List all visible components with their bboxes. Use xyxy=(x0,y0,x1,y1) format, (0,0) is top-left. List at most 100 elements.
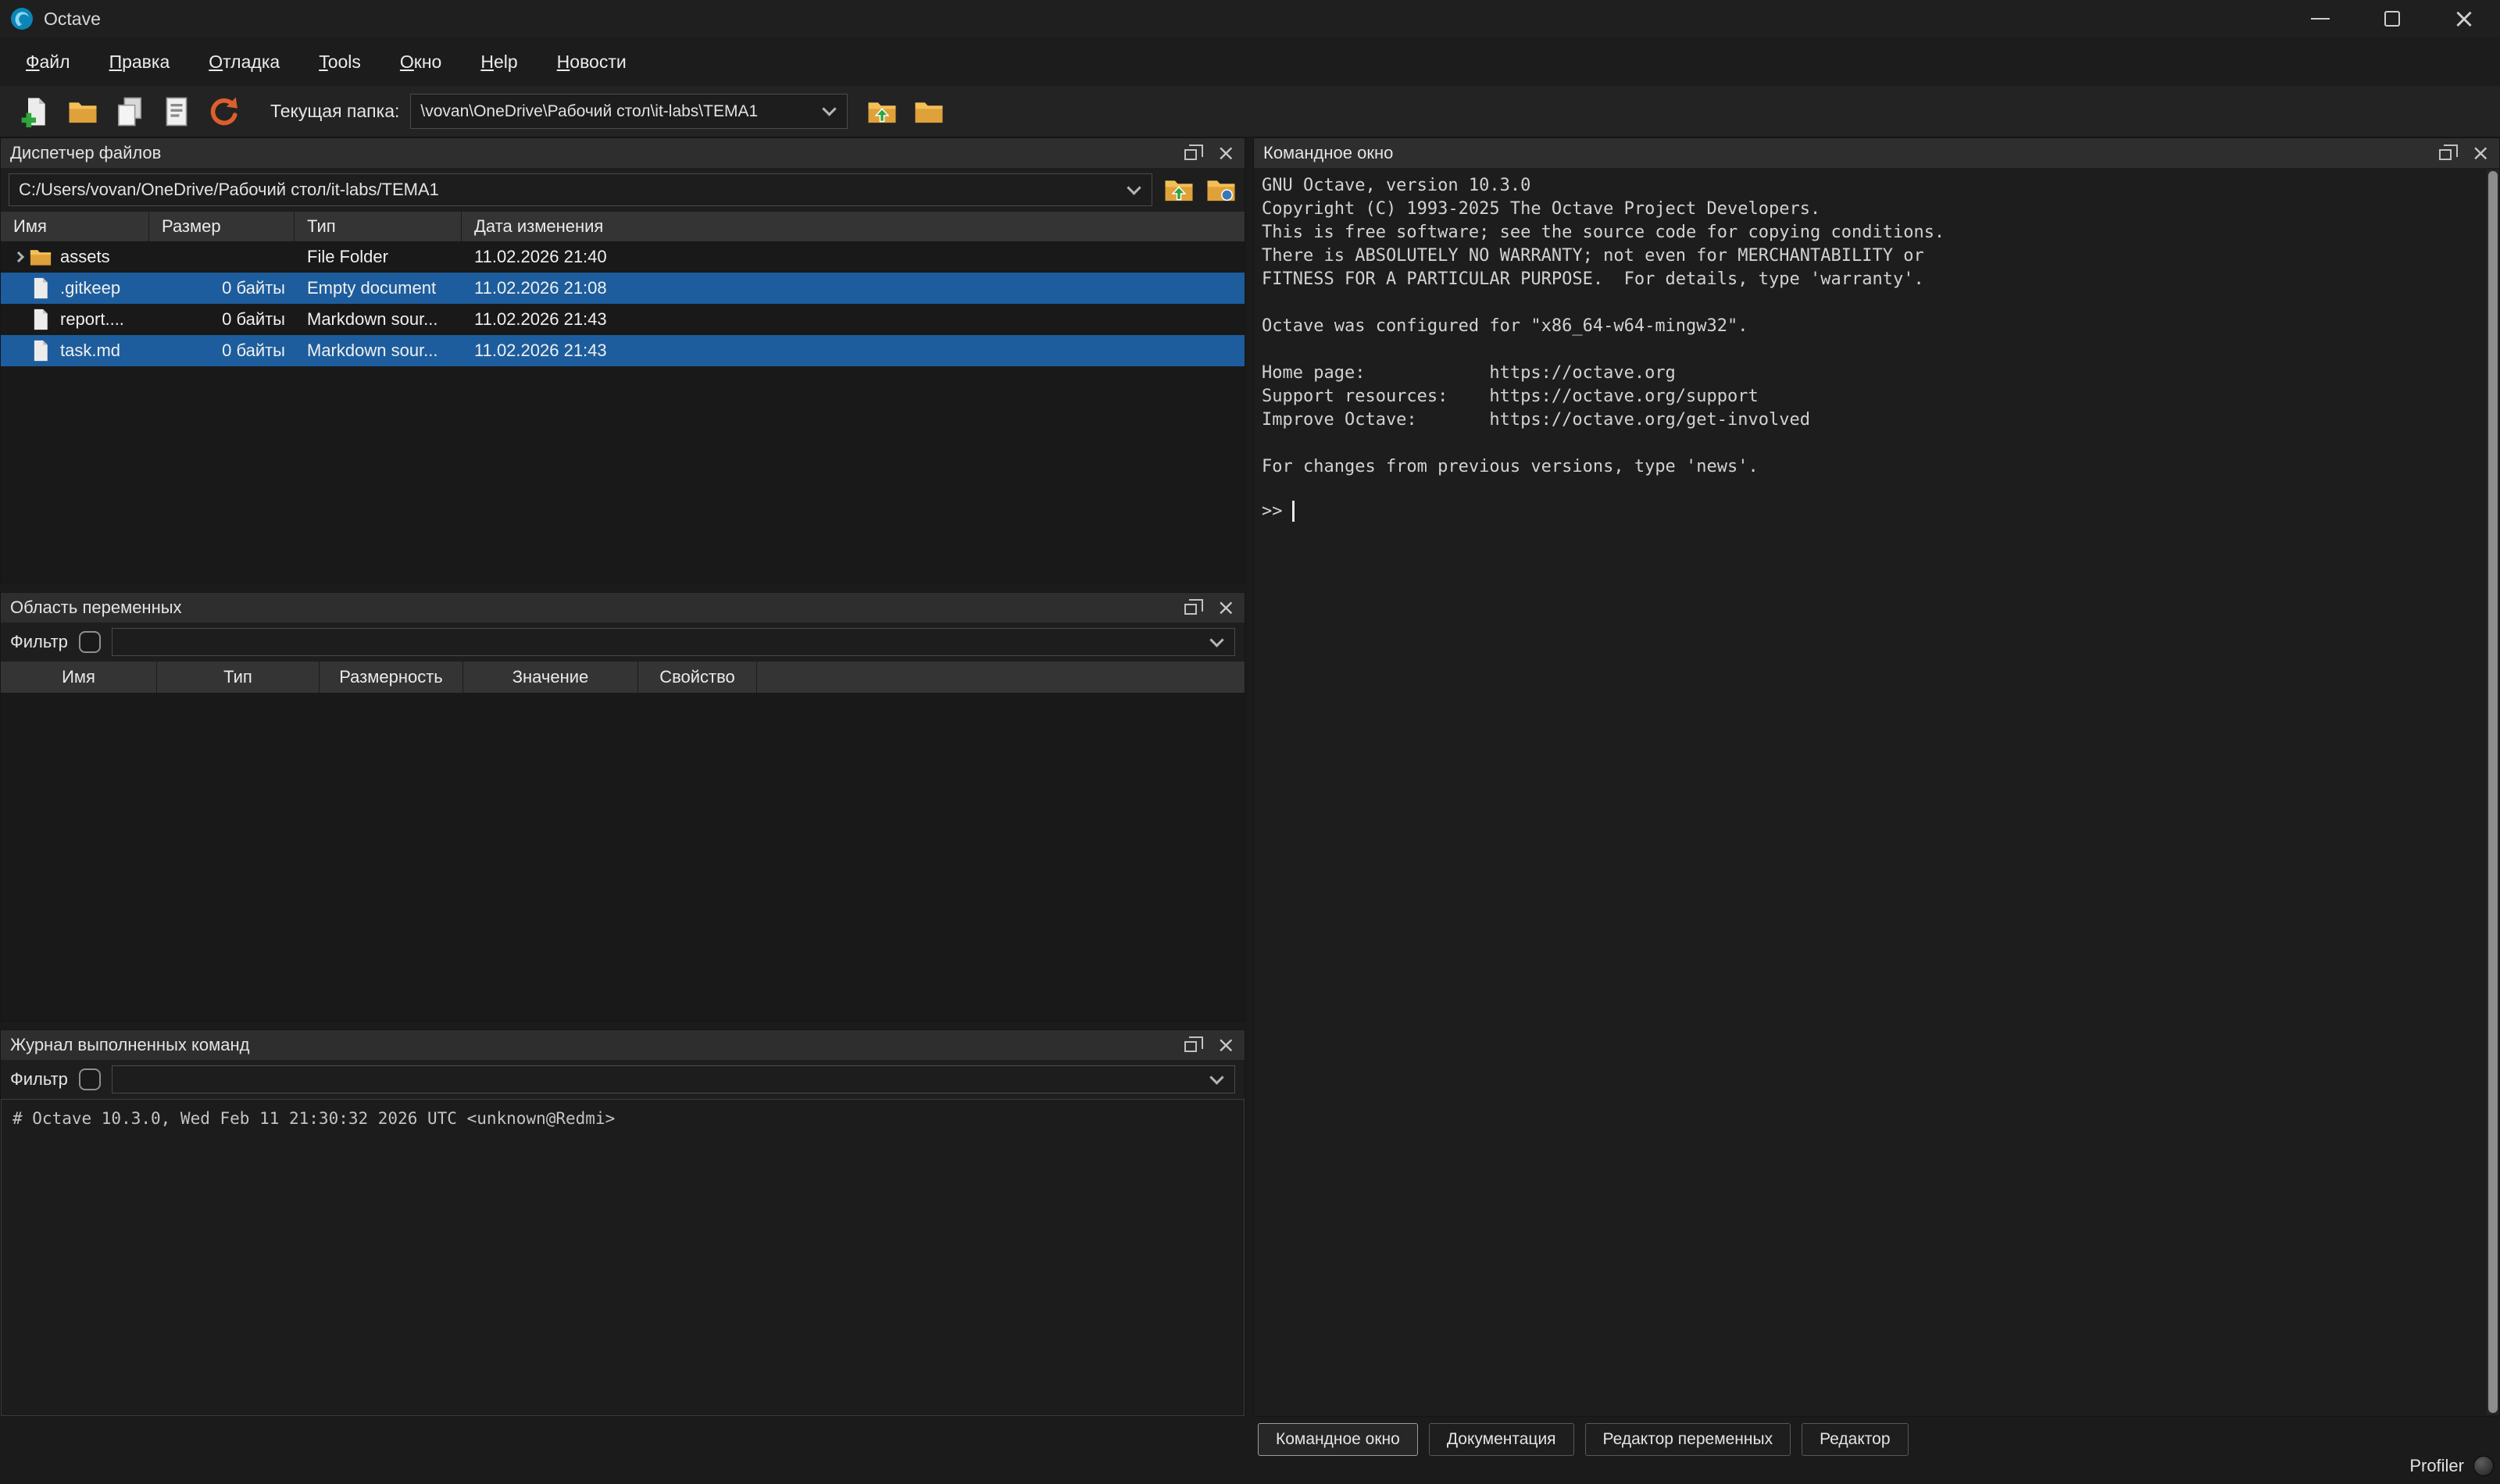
column-header-type[interactable]: Тип xyxy=(157,662,320,693)
folder-up-icon[interactable] xyxy=(1163,174,1195,205)
maximize-button[interactable] xyxy=(2356,0,2428,37)
tab-variable-editor[interactable]: Редактор переменных xyxy=(1585,1423,1791,1456)
close-icon: × xyxy=(2453,5,2476,32)
filter-checkbox[interactable] xyxy=(79,1068,101,1090)
tab-editor[interactable]: Редактор xyxy=(1802,1423,1908,1456)
menu-edit[interactable]: Правка xyxy=(90,44,190,80)
dock-tabbar: Командное окно Документация Редактор пер… xyxy=(1258,1423,1909,1456)
workspace-titlebar[interactable]: Область переменных × xyxy=(1,593,1245,622)
filter-checkbox[interactable] xyxy=(79,631,101,653)
column-header-date[interactable]: Дата изменения xyxy=(462,212,1245,241)
close-button[interactable]: × xyxy=(2428,0,2500,37)
prompt-line[interactable]: >> xyxy=(1254,501,2487,522)
undo-button[interactable] xyxy=(200,90,247,134)
close-panel-icon[interactable]: × xyxy=(1217,142,1235,164)
menu-debug[interactable]: Отладка xyxy=(189,44,299,80)
column-header-type[interactable]: Тип xyxy=(295,212,462,241)
file-name: .gitkeep xyxy=(60,278,120,298)
file-name-cell: .gitkeep xyxy=(1,276,149,300)
command-window-titlebar[interactable]: Командное окно × xyxy=(1254,138,2499,168)
folder-icon xyxy=(29,245,52,269)
file-type-cell: Markdown sour... xyxy=(295,341,462,361)
panel-title: Область переменных xyxy=(10,598,182,618)
file-icon xyxy=(29,308,52,331)
filter-combobox[interactable] xyxy=(112,1065,1235,1093)
current-folder-label: Текущая папка: xyxy=(270,101,399,122)
copy-button[interactable] xyxy=(106,90,153,134)
menu-help[interactable]: Help xyxy=(461,44,537,80)
minimize-icon xyxy=(2311,18,2330,20)
history-list[interactable]: # Octave 10.3.0, Wed Feb 11 21:30:32 202… xyxy=(1,1099,1245,1416)
file-browser-path-row: C:/Users/vovan/OneDrive/Рабочий стол/it-… xyxy=(1,168,1245,212)
workspace-table-body[interactable] xyxy=(1,693,1245,1021)
path-value: C:/Users/vovan/OneDrive/Рабочий стол/it-… xyxy=(9,180,1123,200)
menu-window[interactable]: Окно xyxy=(380,44,461,80)
filter-label: Фильтр xyxy=(10,632,68,652)
column-header-dims[interactable]: Размерность xyxy=(320,662,463,693)
current-folder-combobox[interactable]: \vovan\OneDrive\Рабочий стол\it-labs\TEM… xyxy=(410,94,848,129)
file-date-cell: 11.02.2026 21:43 xyxy=(462,309,1245,330)
file-date-cell: 11.02.2026 21:43 xyxy=(462,341,1245,361)
panel-title: Диспетчер файлов xyxy=(10,143,161,163)
undock-icon[interactable] xyxy=(1184,1041,1197,1052)
history-entry[interactable]: # Octave 10.3.0, Wed Feb 11 21:30:32 202… xyxy=(12,1109,615,1128)
scrollbar[interactable] xyxy=(2487,169,2499,1414)
profiler-led-icon[interactable] xyxy=(2473,1456,2494,1476)
file-name: task.md xyxy=(60,341,120,361)
terminal-area[interactable]: GNU Octave, version 10.3.0 Copyright (C)… xyxy=(1254,168,2487,1416)
column-header-filler xyxy=(757,662,1245,693)
profiler-status: Profiler xyxy=(2409,1456,2494,1476)
column-header-value[interactable]: Значение xyxy=(463,662,638,693)
minimize-button[interactable] xyxy=(2284,0,2356,37)
history-titlebar[interactable]: Журнал выполненных команд × xyxy=(1,1030,1245,1060)
browse-folder-icon xyxy=(913,96,945,127)
undock-icon[interactable] xyxy=(1184,604,1197,615)
filter-combobox[interactable] xyxy=(112,628,1235,656)
window-controls: × xyxy=(2284,0,2500,37)
folder-up-button[interactable] xyxy=(859,90,905,134)
close-panel-icon[interactable]: × xyxy=(2472,142,2490,164)
table-row[interactable]: .gitkeep 0 байты Empty document 11.02.20… xyxy=(1,273,1245,304)
filter-label: Фильтр xyxy=(10,1069,68,1090)
table-row[interactable]: task.md 0 байты Markdown sour... 11.02.2… xyxy=(1,335,1245,366)
open-button[interactable] xyxy=(59,90,106,134)
column-header-name[interactable]: Имя xyxy=(1,212,149,241)
undock-icon[interactable] xyxy=(1184,149,1197,160)
octave-banner: GNU Octave, version 10.3.0 Copyright (C)… xyxy=(1254,168,2487,479)
file-icon xyxy=(29,276,52,300)
path-combobox[interactable]: C:/Users/vovan/OneDrive/Рабочий стол/it-… xyxy=(9,173,1152,206)
undock-icon[interactable] xyxy=(2439,149,2452,160)
tab-command-window[interactable]: Командное окно xyxy=(1258,1423,1418,1456)
new-script-button[interactable] xyxy=(12,90,59,134)
panel-title: Журнал выполненных команд xyxy=(10,1035,249,1055)
tab-documentation[interactable]: Документация xyxy=(1429,1423,1574,1456)
file-name: assets xyxy=(60,247,110,267)
close-panel-icon[interactable]: × xyxy=(1217,597,1235,619)
folder-actions-icon[interactable] xyxy=(1205,174,1237,205)
file-name-cell: assets xyxy=(1,245,149,269)
table-row[interactable]: report.... 0 байты Markdown sour... 11.0… xyxy=(1,304,1245,335)
menu-file[interactable]: Файл xyxy=(6,44,90,80)
column-header-name[interactable]: Имя xyxy=(1,662,157,693)
scrollbar-thumb[interactable] xyxy=(2488,171,2498,1413)
menu-tools[interactable]: Tools xyxy=(299,44,380,80)
column-header-size[interactable]: Размер xyxy=(149,212,295,241)
file-size-cell: 0 байты xyxy=(149,341,295,361)
folder-up-icon xyxy=(866,96,898,127)
file-name-cell: report.... xyxy=(1,308,149,331)
copy-icon xyxy=(114,96,145,127)
file-date-cell: 11.02.2026 21:40 xyxy=(462,247,1245,267)
menu-news[interactable]: Новости xyxy=(538,44,646,80)
current-folder-value: \vovan\OneDrive\Рабочий стол\it-labs\TEM… xyxy=(411,102,818,121)
command-history-panel: Журнал выполненных команд × Фильтр # Oct… xyxy=(0,1029,1245,1417)
browse-folder-button[interactable] xyxy=(905,90,952,134)
close-panel-icon[interactable]: × xyxy=(1217,1034,1235,1056)
column-header-attr[interactable]: Свойство xyxy=(638,662,757,693)
paste-button[interactable] xyxy=(153,90,200,134)
file-table-header: Имя Размер Тип Дата изменения xyxy=(1,212,1245,241)
profiler-label: Profiler xyxy=(2409,1456,2464,1476)
table-row[interactable]: assets File Folder 11.02.2026 21:40 xyxy=(1,241,1245,273)
expand-chevron-icon[interactable] xyxy=(9,253,29,261)
menubar: Файл Правка Отладка Tools Окно Help Ново… xyxy=(0,37,2500,86)
file-browser-titlebar[interactable]: Диспетчер файлов × xyxy=(1,138,1245,168)
